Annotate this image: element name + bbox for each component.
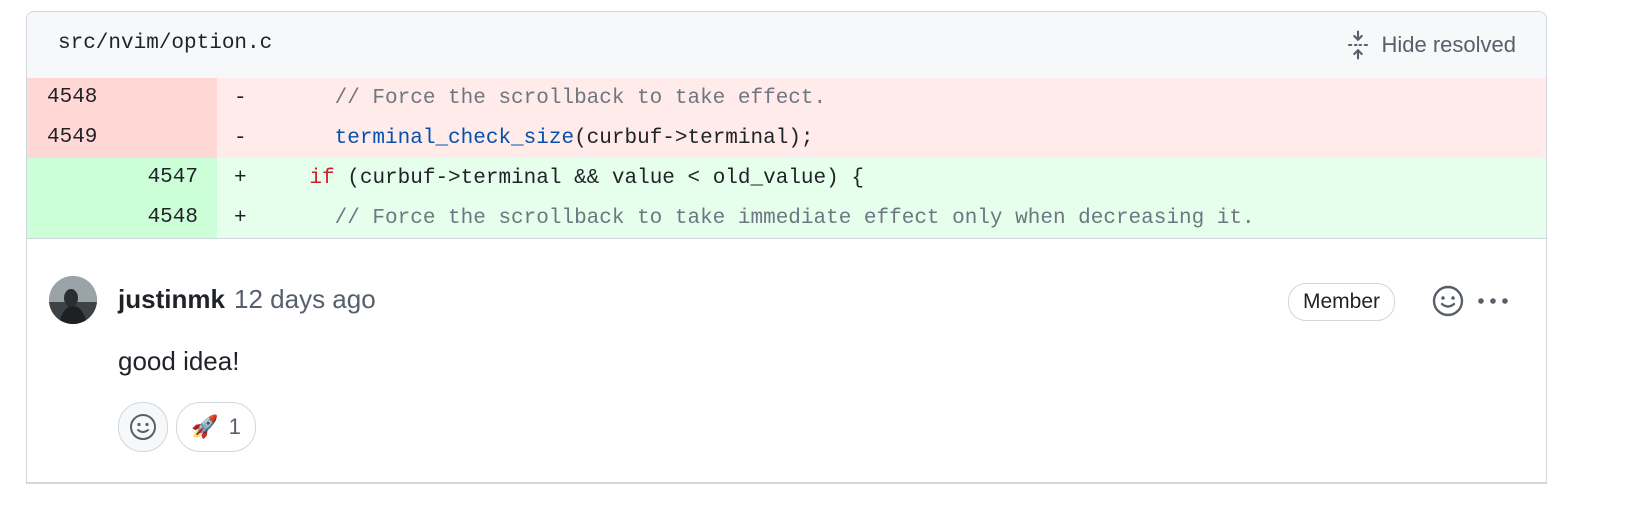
- code-token-func: terminal_check_size: [334, 127, 575, 150]
- diff-line-deleted[interactable]: 4549 - terminal_check_size(curbuf->termin…: [27, 118, 1546, 158]
- code-token-comment: // Force the scrollback to take immediat…: [334, 207, 1255, 230]
- diff-marker: -: [234, 87, 247, 110]
- code-line: // Force the scrollback to take immediat…: [259, 198, 1255, 240]
- member-badge: Member: [1288, 283, 1396, 321]
- comment-timestamp[interactable]: 12 days ago: [234, 284, 376, 315]
- smiley-icon: [130, 414, 156, 440]
- file-path[interactable]: src/nvim/option.c: [58, 32, 272, 55]
- hide-resolved-button[interactable]: Hide resolved: [1345, 30, 1516, 60]
- diff-marker: -: [234, 127, 247, 150]
- code-line: // Force the scrollback to take effect.: [259, 78, 826, 120]
- line-number-gutter: 4547: [27, 158, 217, 198]
- code-token: (curbuf->terminal && value < old_value) …: [334, 167, 864, 190]
- comment: justinmk 12 days ago Member good idea! 🚀…: [27, 238, 1546, 482]
- code-line: if (curbuf->terminal && value < old_valu…: [259, 158, 864, 200]
- line-number-gutter: 4548: [27, 198, 217, 238]
- more-actions-button[interactable]: [1475, 283, 1511, 319]
- new-line-number[interactable]: 4548: [148, 198, 198, 238]
- comment-author[interactable]: justinmk: [118, 284, 225, 315]
- line-number-gutter: 4548: [27, 78, 217, 118]
- diff-marker: +: [234, 207, 247, 230]
- diff-line-deleted[interactable]: 4548 - // Force the scrollback to take ef…: [27, 78, 1546, 118]
- old-line-number[interactable]: 4548: [47, 78, 97, 118]
- fold-icon: [1348, 30, 1369, 60]
- smiley-icon: [1432, 285, 1464, 317]
- code-token-kw: if: [309, 167, 335, 190]
- old-line-number[interactable]: 4549: [47, 118, 97, 158]
- diff-marker: +: [234, 167, 247, 190]
- rocket-reaction-button[interactable]: 🚀 1: [176, 402, 256, 452]
- diff-table: 4548 - // Force the scrollback to take ef…: [27, 78, 1546, 238]
- add-reaction-button[interactable]: [1430, 283, 1466, 319]
- diff-line-added[interactable]: 4547 + if (curbuf->terminal && value < ol…: [27, 158, 1546, 198]
- review-thread: src/nvim/option.c Hide resolved 4548 - //…: [26, 11, 1547, 484]
- line-number-gutter: 4549: [27, 118, 217, 158]
- diff-line-added[interactable]: 4548 + // Force the scrollback to take im…: [27, 198, 1546, 238]
- code-token: (curbuf->terminal);: [574, 127, 814, 150]
- code-token-comment: // Force the scrollback to take effect.: [334, 87, 827, 110]
- avatar[interactable]: [49, 276, 97, 324]
- reaction-picker-button[interactable]: [118, 402, 168, 452]
- new-line-number[interactable]: 4547: [148, 158, 198, 198]
- avatar-image: [49, 276, 97, 324]
- hide-resolved-label: Hide resolved: [1381, 32, 1516, 57]
- comment-body: good idea!: [118, 346, 240, 376]
- reaction-count: 1: [228, 414, 241, 439]
- kebab-horizontal-icon: [1478, 298, 1508, 304]
- file-header: src/nvim/option.c Hide resolved: [27, 12, 1546, 79]
- rocket-icon: 🚀: [191, 414, 219, 439]
- code-line: terminal_check_size(curbuf->terminal);: [259, 118, 814, 160]
